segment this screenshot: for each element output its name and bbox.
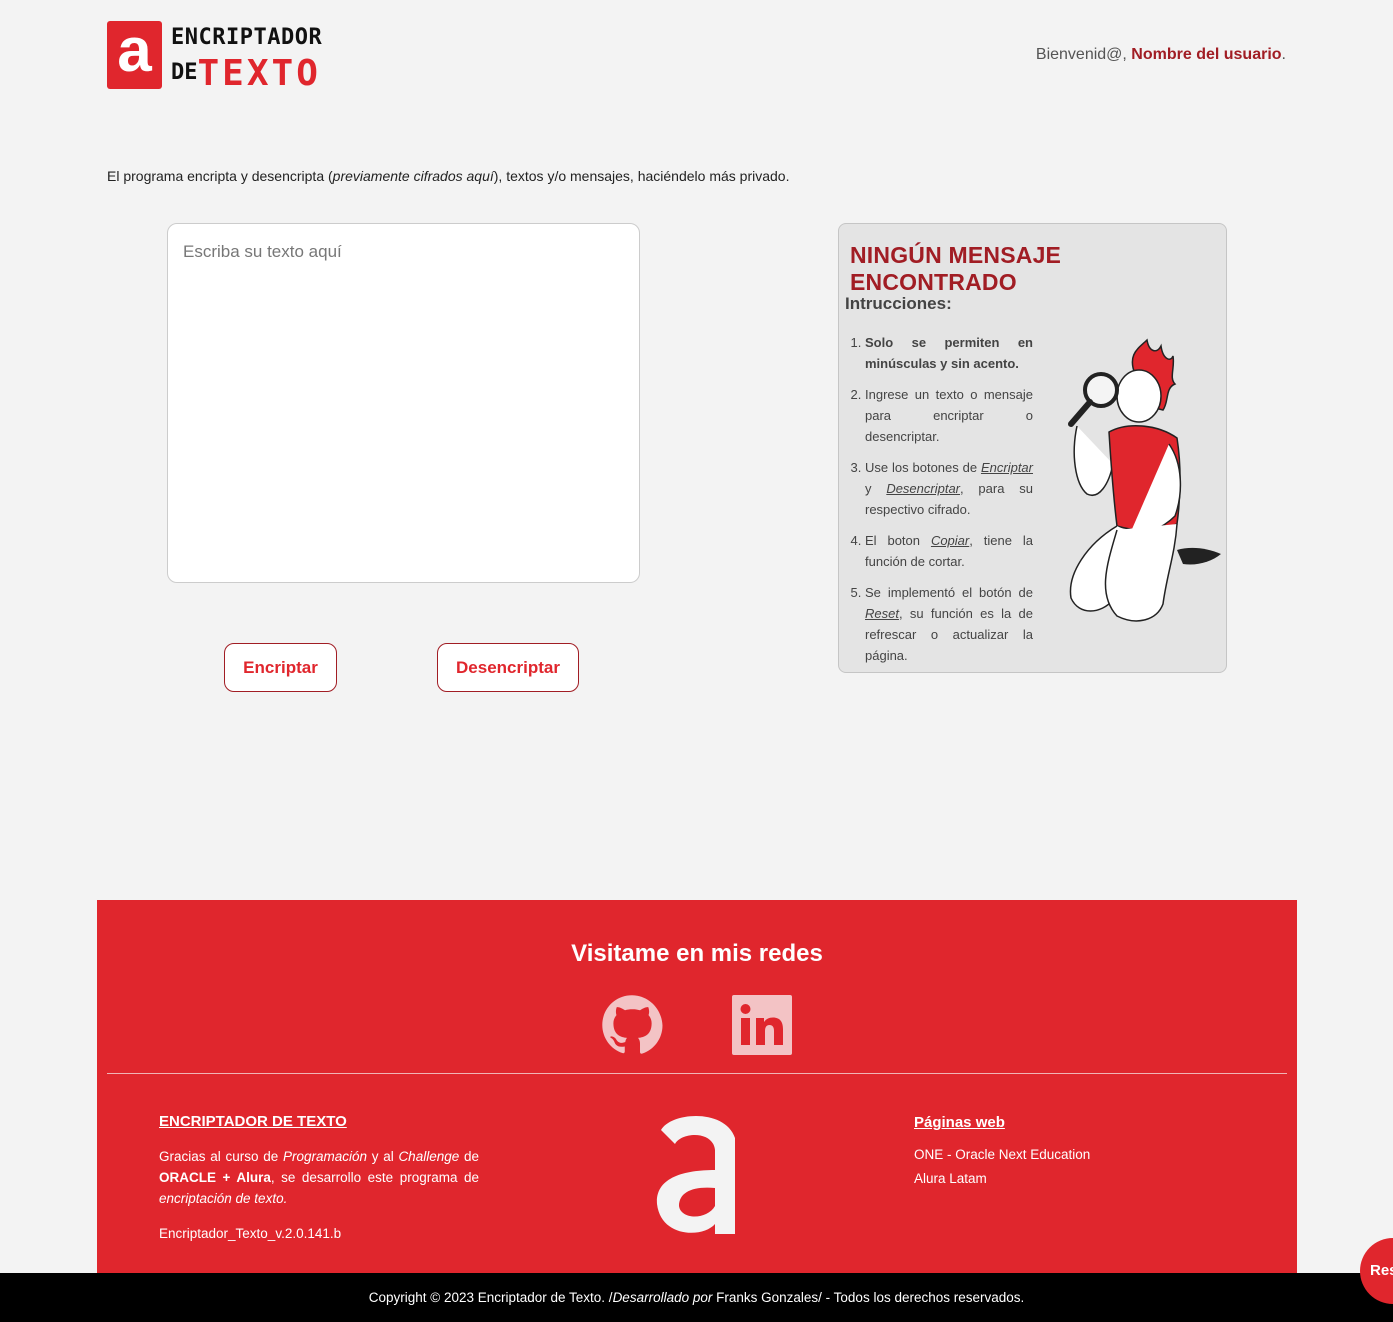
site-footer: Visitame en mis redes ENCRIPTADOR DE TEX… bbox=[97, 900, 1297, 1273]
about-text-4: , se desarrollo este programa de bbox=[270, 1170, 479, 1185]
link-oracle-next-education[interactable]: ONE - Oracle Next Education bbox=[914, 1143, 1090, 1167]
footer-about: ENCRIPTADOR DE TEXTO Gracias al curso de… bbox=[159, 1111, 479, 1244]
logo-text-de: DE bbox=[171, 60, 198, 85]
intro-part2: ), textos y/o mensajes, haciéndelo más p… bbox=[493, 168, 790, 184]
app-logo[interactable]: a ENCRIPTADOR DETEXTO bbox=[107, 20, 397, 94]
instruction-item: Ingrese un texto o mensaje para encripta… bbox=[865, 384, 1033, 447]
github-icon[interactable] bbox=[601, 994, 663, 1056]
instructions-list: Solo se permiten en minúsculas y sin ace… bbox=[865, 332, 1033, 676]
footer-links-heading: Páginas web bbox=[914, 1114, 1005, 1131]
logo-a-mark: a bbox=[107, 20, 162, 89]
instruction-3-text-b: y bbox=[865, 481, 887, 496]
no-message-title: NINGÚN MENSAJE ENCONTRADO bbox=[850, 242, 1062, 295]
about-italic-programacion: Programación bbox=[282, 1149, 367, 1164]
intro-text: El programa encripta y desencripta (prev… bbox=[107, 168, 789, 184]
instruction-item: Solo se permiten en minúsculas y sin ace… bbox=[865, 332, 1033, 374]
instruction-3-encriptar: Encriptar bbox=[980, 460, 1033, 475]
copyright-bar: Copyright © 2023 Encriptador de Texto. /… bbox=[0, 1273, 1393, 1322]
instruction-1-text: Solo se permiten en minúsculas y sin ace… bbox=[865, 335, 1033, 371]
social-title: Visitame en mis redes bbox=[571, 940, 823, 967]
about-bold-oracle-alura: ORACLE + Alura bbox=[159, 1170, 271, 1185]
instruction-2-text: Ingrese un texto o mensaje para encripta… bbox=[865, 387, 1033, 444]
welcome-suffix: . bbox=[1281, 46, 1286, 63]
link-alura-latam[interactable]: Alura Latam bbox=[914, 1167, 1090, 1191]
user-name: Nombre del usuario bbox=[1131, 46, 1282, 63]
logo-text-texto: TEXTO bbox=[197, 53, 321, 94]
instruction-item: Se implementó el botón de Reset, su func… bbox=[865, 582, 1033, 666]
footer-alura-logo bbox=[656, 1115, 735, 1234]
instruction-item: El boton Copiar, tiene la función de cor… bbox=[865, 530, 1033, 572]
about-italic-encriptacion: encriptación de texto. bbox=[159, 1191, 288, 1206]
message-input[interactable] bbox=[167, 223, 640, 583]
about-text-3: de bbox=[459, 1149, 479, 1164]
instruction-3-desencriptar: Desencriptar bbox=[886, 481, 961, 496]
footer-divider bbox=[107, 1073, 1287, 1074]
instruction-3-text-a: Use los botones de bbox=[865, 460, 981, 475]
searching-person-illustration bbox=[1068, 338, 1221, 622]
about-text-1: Gracias al curso de bbox=[159, 1149, 283, 1164]
welcome-message: Bienvenid@, Nombre del usuario. bbox=[1036, 46, 1286, 64]
footer-links: Páginas web ONE - Oracle Next Education … bbox=[914, 1111, 1090, 1191]
footer-about-heading[interactable]: ENCRIPTADOR DE TEXTO bbox=[159, 1111, 479, 1132]
welcome-prefix: Bienvenid@, bbox=[1035, 46, 1132, 63]
copyright-text-1: Copyright © 2023 Encriptador de Texto. / bbox=[368, 1290, 613, 1305]
instruction-4-copiar: Copiar bbox=[930, 533, 970, 548]
intro-italic: previamente cifrados aquí bbox=[332, 168, 494, 184]
instruction-5-reset: Reset bbox=[865, 606, 899, 621]
encrypt-button[interactable]: Encriptar bbox=[224, 643, 337, 692]
about-text-2: y al bbox=[367, 1149, 399, 1164]
about-italic-challenge: Challenge bbox=[398, 1149, 460, 1164]
footer-about-text: Gracias al curso de Programación y al Ch… bbox=[159, 1146, 479, 1209]
instruction-5-text-a: Se implementó el botón de bbox=[865, 585, 1033, 600]
intro-part1: El programa encripta y desencripta ( bbox=[107, 168, 333, 184]
decrypt-button[interactable]: Desencriptar bbox=[437, 643, 579, 692]
logo-text-line2: DETEXTO bbox=[171, 47, 321, 94]
instruction-item: Use los botones de Encriptar y Desencrip… bbox=[865, 457, 1033, 520]
copyright-text-2: Franks Gonzales/ - Todos los derechos re… bbox=[712, 1290, 1025, 1305]
instructions-heading: Intrucciones: bbox=[845, 294, 952, 313]
linkedin-icon[interactable] bbox=[732, 995, 792, 1055]
app-version: Encriptador_Texto_v.2.0.141.b bbox=[159, 1226, 342, 1241]
copyright-italic: Desarrollado por bbox=[612, 1290, 713, 1305]
instruction-4-text-a: El boton bbox=[865, 533, 931, 548]
result-panel: NINGÚN MENSAJE ENCONTRADO Intrucciones: … bbox=[838, 223, 1227, 673]
